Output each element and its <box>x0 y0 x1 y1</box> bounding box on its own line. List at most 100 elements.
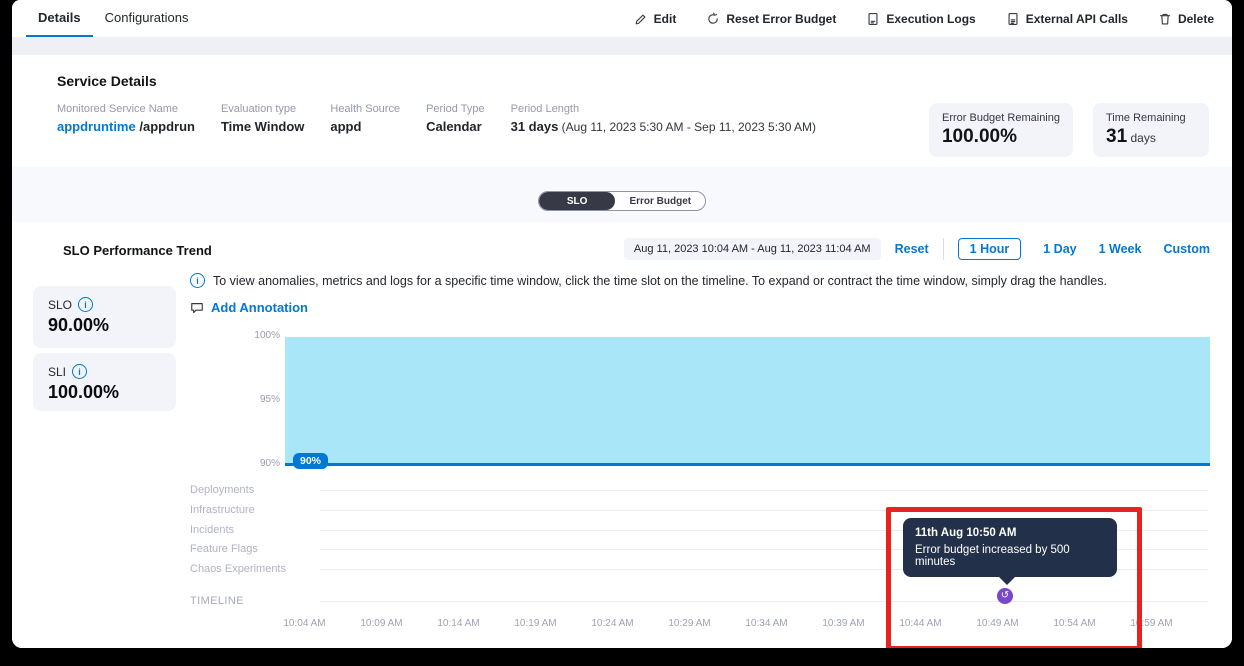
info-icon <box>190 273 205 288</box>
x-tick: 10:59 AM <box>1113 618 1190 629</box>
delete-button[interactable]: Delete <box>1158 12 1214 26</box>
slo-info-icon[interactable] <box>78 297 93 312</box>
lane-deployments: Deployments <box>190 482 1208 498</box>
tab-group: Details Configurations <box>12 0 200 37</box>
tab-bar: Details Configurations Edit Reset Error … <box>12 0 1232 38</box>
field-value: Calendar <box>426 119 485 134</box>
x-tick: 10:04 AM <box>266 618 343 629</box>
tooltip-body: Error budget increased by 500 minutes <box>915 544 1105 568</box>
field-health-source: Health Source appd <box>330 103 400 134</box>
x-tick: 10:29 AM <box>651 618 728 629</box>
monitored-service-env: /appdrun <box>136 119 195 134</box>
date-range-display[interactable]: Aug 11, 2023 10:04 AM - Aug 11, 2023 11:… <box>624 238 881 260</box>
reset-range-button[interactable]: Reset <box>895 242 929 256</box>
period-length-value: 31 days <box>511 119 559 134</box>
document-icon <box>866 12 880 26</box>
range-custom-button[interactable]: Custom <box>1163 242 1210 256</box>
sli-card-label: SLI <box>48 365 66 379</box>
stat-label: Time Remaining <box>1106 112 1196 124</box>
trash-icon <box>1158 12 1172 26</box>
edit-button-label: Edit <box>654 12 677 26</box>
slo-card-label: SLO <box>48 298 72 312</box>
field-label: Period Length <box>511 103 816 115</box>
service-details-title: Service Details <box>57 73 157 89</box>
toggle-error-budget[interactable]: Error Budget <box>615 192 705 210</box>
y-tick-100: 100% <box>235 330 280 341</box>
slo-performance-trend-section: SLO Performance Trend Aug 11, 2023 10:04… <box>12 222 1232 648</box>
service-details-section: Service Details Monitored Service Name a… <box>12 55 1232 167</box>
x-tick: 10:09 AM <box>343 618 420 629</box>
slo-errorbudget-toggle: SLO Error Budget <box>538 191 706 211</box>
stat-value: 100.00% <box>942 126 1060 148</box>
speech-bubble-icon <box>190 301 204 315</box>
timeline-label: TIMELINE <box>190 595 320 607</box>
field-label: Monitored Service Name <box>57 103 195 115</box>
x-axis: 10:04 AM 10:09 AM 10:14 AM 10:19 AM 10:2… <box>266 618 1190 629</box>
delete-button-label: Delete <box>1178 12 1214 26</box>
lane-label: Chaos Experiments <box>190 563 320 575</box>
field-monitored-service: Monitored Service Name appdruntime /appd… <box>57 103 195 134</box>
external-api-calls-label: External API Calls <box>1026 12 1128 26</box>
external-api-calls-button[interactable]: External API Calls <box>1006 12 1128 26</box>
field-evaluation-type: Evaluation type Time Window <box>221 103 304 134</box>
slo-card: SLO 90.00% <box>33 286 176 348</box>
info-banner: To view anomalies, metrics and logs for … <box>190 273 1107 288</box>
slo-trend-chart-area[interactable] <box>285 337 1210 466</box>
lane-label: Incidents <box>190 524 320 536</box>
toggle-slo[interactable]: SLO <box>539 192 616 210</box>
field-value: Time Window <box>221 119 304 134</box>
tab-configurations[interactable]: Configurations <box>93 0 201 37</box>
slo-card-value: 90.00% <box>48 315 161 336</box>
reset-error-budget-label: Reset Error Budget <box>726 12 836 26</box>
y-tick-95: 95% <box>235 394 280 405</box>
field-label: Health Source <box>330 103 400 115</box>
add-annotation-label: Add Annotation <box>211 300 308 315</box>
reset-error-budget-button[interactable]: Reset Error Budget <box>706 12 836 26</box>
sli-card: SLI 100.00% <box>33 353 176 411</box>
pencil-icon <box>634 12 648 26</box>
time-remaining-card: Time Remaining 31 days <box>1093 103 1209 157</box>
divider <box>943 238 944 260</box>
reset-icon <box>706 12 720 26</box>
range-1-week-button[interactable]: 1 Week <box>1099 242 1142 256</box>
app-window: Details Configurations Edit Reset Error … <box>12 0 1232 648</box>
summary-stats: Error Budget Remaining 100.00% Time Rema… <box>929 103 1209 157</box>
lane-line <box>320 601 1208 602</box>
lane-label: Feature Flags <box>190 543 320 555</box>
sli-card-value: 100.00% <box>48 382 161 403</box>
annotation-tooltip: 11th Aug 10:50 AM Error budget increased… <box>903 518 1117 577</box>
lane-label: Deployments <box>190 484 320 496</box>
error-budget-remaining-card: Error Budget Remaining 100.00% <box>929 103 1073 157</box>
sli-info-icon[interactable] <box>72 364 87 379</box>
service-details-fields: Monitored Service Name appdruntime /appd… <box>57 103 816 134</box>
stat-value: 31 <box>1106 126 1127 147</box>
execution-logs-button[interactable]: Execution Logs <box>866 12 975 26</box>
tab-details[interactable]: Details <box>26 0 93 37</box>
tooltip-title: 11th Aug 10:50 AM <box>915 527 1105 539</box>
range-1-day-button[interactable]: 1 Day <box>1043 242 1076 256</box>
stat-label: Error Budget Remaining <box>942 112 1060 124</box>
annotation-marker-icon[interactable] <box>997 588 1013 604</box>
lane-infrastructure: Infrastructure <box>190 502 1208 518</box>
lane-line <box>320 490 1208 491</box>
field-label: Evaluation type <box>221 103 304 115</box>
field-label: Period Type <box>426 103 485 115</box>
x-tick: 10:19 AM <box>497 618 574 629</box>
x-tick: 10:44 AM <box>882 618 959 629</box>
y-tick-90: 90% <box>235 458 280 469</box>
time-range-controls: Aug 11, 2023 10:04 AM - Aug 11, 2023 11:… <box>624 238 1210 260</box>
period-length-dates: (Aug 11, 2023 5:30 AM - Sep 11, 2023 5:3… <box>558 120 816 134</box>
monitored-service-link[interactable]: appdruntime <box>57 119 136 134</box>
lane-line <box>320 510 1208 511</box>
x-tick: 10:49 AM <box>959 618 1036 629</box>
edit-button[interactable]: Edit <box>634 12 677 26</box>
x-tick: 10:24 AM <box>574 618 651 629</box>
field-value: appd <box>330 119 400 134</box>
trend-title: SLO Performance Trend <box>63 243 212 258</box>
document-lines-icon <box>1006 12 1020 26</box>
range-1-hour-button[interactable]: 1 Hour <box>958 238 1022 260</box>
x-tick: 10:39 AM <box>805 618 882 629</box>
x-tick: 10:54 AM <box>1036 618 1113 629</box>
add-annotation-button[interactable]: Add Annotation <box>190 300 308 315</box>
stat-unit: days <box>1127 131 1156 145</box>
